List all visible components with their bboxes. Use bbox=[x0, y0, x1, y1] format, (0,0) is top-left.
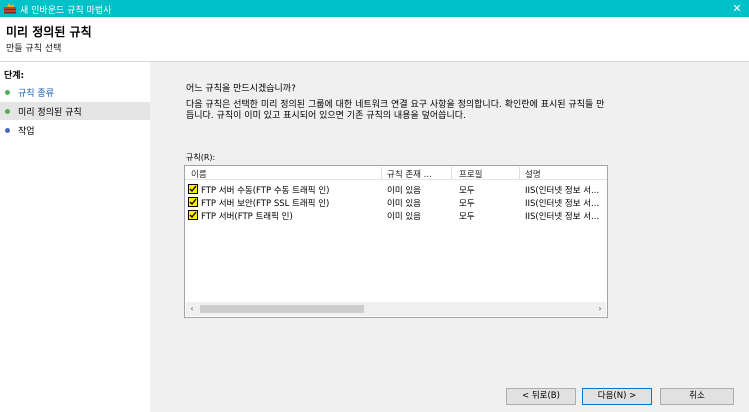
rules-list[interactable]: 이름 규칙 존재 ... 프로필 설명 FTP 서버 수동(FTP 수동 트래픽… bbox=[184, 165, 608, 318]
next-button[interactable]: 다음(N) > bbox=[582, 388, 652, 405]
column-divider[interactable] bbox=[519, 167, 520, 179]
step-label: 작업 bbox=[18, 127, 35, 137]
scroll-left-icon[interactable]: ‹ bbox=[186, 302, 198, 316]
steps-sidebar: 단계: 규칙 종류 미리 정의된 규칙 작업 bbox=[0, 62, 150, 412]
firewall-icon bbox=[4, 3, 16, 14]
rule-description: IIS(인터넷 정보 서... bbox=[525, 186, 600, 196]
page-subtitle: 만들 규칙 선택 bbox=[6, 44, 62, 54]
step-rule-type[interactable]: 규칙 종류 bbox=[0, 83, 150, 101]
page-title: 미리 정의된 규칙 bbox=[6, 25, 92, 39]
column-header-description[interactable]: 설명 bbox=[525, 168, 541, 180]
step-status-icon bbox=[5, 109, 10, 114]
back-button[interactable]: < 뒤로(B) bbox=[506, 388, 576, 405]
rule-checkbox[interactable] bbox=[188, 210, 198, 220]
step-label: 규칙 종류 bbox=[18, 89, 54, 99]
rules-label: 규칙(R): bbox=[186, 153, 216, 162]
column-header-profile[interactable]: 프로필 bbox=[459, 168, 482, 180]
horizontal-scrollbar[interactable]: ‹ › bbox=[186, 302, 606, 316]
step-predefined-rules[interactable]: 미리 정의된 규칙 bbox=[0, 102, 150, 120]
step-status-icon bbox=[5, 90, 10, 95]
rule-exists: 이미 있음 bbox=[387, 212, 421, 222]
rule-description: IIS(인터넷 정보 서... bbox=[525, 212, 600, 222]
column-header-name[interactable]: 이름 bbox=[191, 168, 207, 180]
description-text: 다음 규칙은 선택한 미리 정의된 그룹에 대한 네트워크 연결 요구 사항을 … bbox=[186, 100, 605, 121]
rule-profile: 모두 bbox=[459, 186, 475, 196]
table-row[interactable]: FTP 서버 수동(FTP 수동 트래픽 인) 이미 있음 모두 IIS(인터넷… bbox=[185, 183, 607, 196]
rule-name: FTP 서버 수동(FTP 수동 트래픽 인) bbox=[201, 186, 330, 196]
rule-exists: 이미 있음 bbox=[387, 199, 421, 209]
rule-description: IIS(인터넷 정보 서... bbox=[525, 199, 600, 209]
title-bar: 새 인바운드 규칙 마법사 ✕ bbox=[0, 0, 749, 17]
rule-checkbox[interactable] bbox=[188, 184, 198, 194]
rule-checkbox[interactable] bbox=[188, 197, 198, 207]
steps-heading: 단계: bbox=[4, 71, 25, 81]
rule-profile: 모두 bbox=[459, 212, 475, 222]
rule-name: FTP 서버(FTP 트래픽 인) bbox=[201, 212, 293, 222]
column-divider[interactable] bbox=[451, 167, 452, 179]
wizard-content: 어느 규칙을 만드시겠습니까? 다음 규칙은 선택한 미리 정의된 그룹에 대한… bbox=[150, 62, 749, 412]
wizard-header: 미리 정의된 규칙 만들 규칙 선택 bbox=[0, 17, 749, 62]
step-label: 미리 정의된 규칙 bbox=[18, 108, 82, 118]
scroll-thumb[interactable] bbox=[200, 305, 364, 313]
checkmark-icon bbox=[189, 185, 197, 192]
window-title: 새 인바운드 규칙 마법사 bbox=[20, 6, 112, 16]
step-action[interactable]: 작업 bbox=[0, 121, 150, 139]
question-text: 어느 규칙을 만드시겠습니까? bbox=[186, 84, 296, 94]
table-row[interactable]: FTP 서버(FTP 트래픽 인) 이미 있음 모두 IIS(인터넷 정보 서.… bbox=[185, 209, 607, 222]
scroll-right-icon[interactable]: › bbox=[594, 302, 606, 316]
close-icon[interactable]: ✕ bbox=[725, 0, 749, 17]
column-divider[interactable] bbox=[381, 167, 382, 179]
checkmark-icon bbox=[189, 198, 197, 205]
rule-profile: 모두 bbox=[459, 199, 475, 209]
table-row[interactable]: FTP 서버 보안(FTP SSL 트래픽 인) 이미 있음 모두 IIS(인터… bbox=[185, 196, 607, 209]
step-status-icon bbox=[5, 128, 10, 133]
cancel-button[interactable]: 취소 bbox=[660, 388, 734, 405]
rule-exists: 이미 있음 bbox=[387, 186, 421, 196]
rule-name: FTP 서버 보안(FTP SSL 트래픽 인) bbox=[201, 199, 330, 209]
checkmark-icon bbox=[189, 211, 197, 218]
list-header: 이름 규칙 존재 ... 프로필 설명 bbox=[185, 166, 607, 180]
column-header-exists[interactable]: 규칙 존재 ... bbox=[387, 168, 432, 180]
